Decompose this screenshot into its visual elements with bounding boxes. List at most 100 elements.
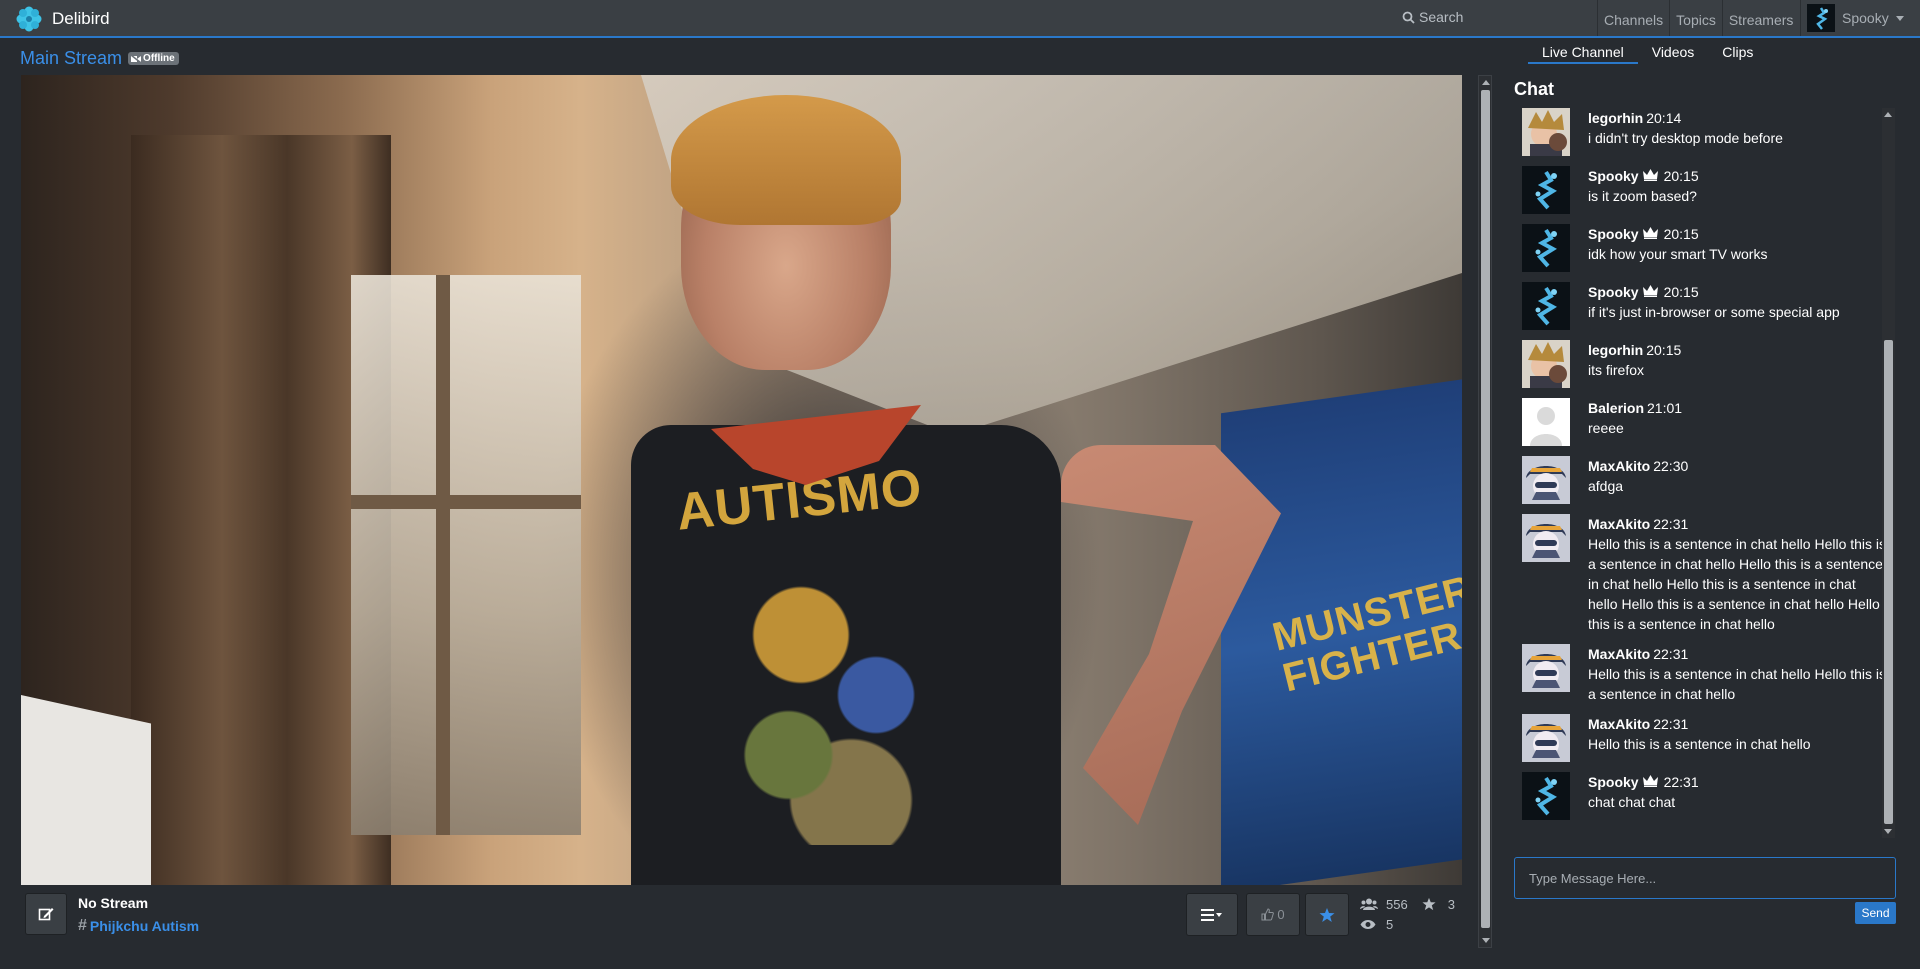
video-scene-hair (671, 95, 901, 225)
tab-videos[interactable]: Videos (1638, 44, 1709, 62)
chat-message-text: i didn't try desktop mode before (1588, 130, 1783, 146)
chat-message-body: Spooky 20:15 is it zoom based? (1588, 166, 1896, 214)
avatar[interactable] (1522, 714, 1570, 762)
stream-info: No Stream # Phijkchu Autism (78, 895, 199, 935)
crown-icon (1642, 285, 1658, 297)
avatar[interactable] (1522, 282, 1570, 330)
scrollbar-thumb[interactable] (1884, 340, 1893, 824)
chat-timestamp: 22:31 (1653, 516, 1689, 532)
chat-message-meta: Spooky 20:15 (1588, 224, 1888, 244)
video-player[interactable]: MUNSTER FIGHTER AUTISMO (21, 75, 1462, 885)
avatar[interactable] (1522, 108, 1570, 156)
video-scene-shirt-art (701, 545, 951, 845)
chat-username[interactable]: Spooky (1588, 282, 1639, 302)
chat-message-text: chat chat chat (1588, 794, 1676, 810)
avatar[interactable] (1522, 224, 1570, 272)
send-button[interactable]: Send (1855, 902, 1896, 924)
chat-username[interactable]: Balerion (1588, 398, 1644, 418)
avatar[interactable] (1522, 772, 1570, 820)
stream-title[interactable]: Main Stream (20, 48, 122, 69)
user-menu[interactable]: Spooky (1800, 0, 1920, 36)
edit-stream-button[interactable] (25, 893, 67, 935)
edit-icon (38, 908, 54, 921)
avatar[interactable] (1522, 644, 1570, 692)
thumbs-up-icon (1261, 908, 1275, 921)
menu-dropdown-button[interactable] (1186, 893, 1238, 936)
chat-username[interactable]: MaxAkito (1588, 456, 1650, 476)
top-navbar: Delibird Search Channels Topics Streamer… (0, 0, 1920, 38)
users-icon (1360, 898, 1378, 910)
avatar[interactable] (1522, 166, 1570, 214)
eye-icon (1360, 919, 1376, 929)
crown-badge (1642, 224, 1658, 244)
avatar[interactable] (1522, 514, 1570, 562)
search-button[interactable]: Search (1402, 9, 1463, 25)
chat-message-text: is it zoom based? (1588, 188, 1697, 204)
stream-header: Main Stream Offline (20, 48, 179, 69)
menu-icon (1201, 908, 1222, 921)
favorite-count: 3 (1447, 896, 1455, 912)
stream-topic-link[interactable]: # Phijkchu Autism (78, 917, 199, 935)
crown-badge (1642, 166, 1658, 186)
chat-message-body: legorhin 20:14 i didn't try desktop mode b… (1588, 108, 1896, 156)
like-count: 0 (1277, 907, 1285, 922)
chat-username[interactable]: MaxAkito (1588, 714, 1650, 734)
chat-username[interactable]: Spooky (1588, 224, 1639, 244)
crown-icon (1642, 169, 1658, 181)
chevron-down-icon (1895, 15, 1904, 21)
scroll-up-arrow-icon[interactable] (1482, 80, 1490, 85)
video-scene-window-frame (436, 275, 450, 835)
video-scene-window (351, 275, 581, 835)
chat-message-text: reeee (1588, 420, 1624, 436)
chat-messages[interactable]: legorhin 20:14 i didn't try desktop mode b… (1514, 108, 1896, 838)
tab-clips[interactable]: Clips (1708, 44, 1767, 62)
crown-badge (1642, 772, 1658, 792)
nav-link-streamers[interactable]: Streamers (1721, 0, 1800, 36)
scroll-down-arrow-icon[interactable] (1482, 938, 1490, 943)
scrollbar-thumb[interactable] (1481, 90, 1490, 928)
chat-username[interactable]: legorhin (1588, 108, 1643, 128)
chat-message: MaxAkito 22:30 afdga (1514, 456, 1896, 504)
chat-username[interactable]: legorhin (1588, 340, 1643, 360)
chat-message-text: idk how your smart TV works (1588, 246, 1768, 262)
chat-scrollbar[interactable] (1882, 108, 1895, 838)
favorite-button[interactable] (1305, 893, 1349, 936)
stream-name: No Stream (78, 895, 149, 911)
chat-username[interactable]: MaxAkito (1588, 644, 1650, 664)
chat-message-meta: Balerion 21:01 (1588, 398, 1888, 418)
chat-message: legorhin 20:15 its firefox (1514, 340, 1896, 388)
avatar[interactable] (1522, 340, 1570, 388)
chat-message-body: legorhin 20:15 its firefox (1588, 340, 1896, 388)
avatar[interactable] (1522, 398, 1570, 446)
scroll-down-arrow-icon[interactable] (1884, 829, 1892, 834)
nav-link-channels[interactable]: Channels (1597, 0, 1669, 36)
nav-links: Channels Topics Streamers (1597, 0, 1799, 36)
chat-heading: Chat (1514, 79, 1554, 99)
chat-message: MaxAkito 22:31 Hello this is a sentence in… (1514, 644, 1896, 704)
avatar[interactable] (1522, 456, 1570, 504)
nav-link-topics[interactable]: Topics (1669, 0, 1722, 36)
watching-count: 5 (1386, 916, 1394, 932)
user-name: Spooky (1842, 10, 1889, 26)
status-badge-label: Offline (143, 53, 175, 64)
stream-topic: Phijkchu Autism (89, 918, 200, 934)
tab-live-channel[interactable]: Live Channel (1528, 44, 1638, 64)
chat-username[interactable]: Spooky (1588, 166, 1639, 186)
chat-message-body: MaxAkito 22:31 Hello this is a sentence in… (1588, 514, 1896, 634)
chat-message-body: Spooky 20:15 if it's just in-browser or so… (1588, 282, 1896, 330)
delibird-logo-icon (16, 6, 42, 32)
scroll-up-arrow-icon[interactable] (1884, 112, 1892, 117)
video-scrollbar[interactable] (1478, 75, 1492, 948)
crown-icon (1642, 775, 1658, 787)
chat-message-body: MaxAkito 22:31 Hello this is a sentence in… (1588, 714, 1896, 762)
chat-message: Spooky 20:15 idk how your smart TV works (1514, 224, 1896, 272)
chat-message-input[interactable] (1514, 857, 1896, 899)
chat-timestamp: 20:15 (1663, 284, 1699, 300)
chat-username[interactable]: Spooky (1588, 772, 1639, 792)
crown-badge (1642, 282, 1658, 302)
chat-username[interactable]: MaxAkito (1588, 514, 1650, 534)
chat-timestamp: 22:30 (1653, 458, 1689, 474)
like-button[interactable]: 0 (1246, 893, 1300, 936)
crown-icon (1642, 227, 1658, 239)
brand[interactable]: Delibird (14, 5, 110, 33)
